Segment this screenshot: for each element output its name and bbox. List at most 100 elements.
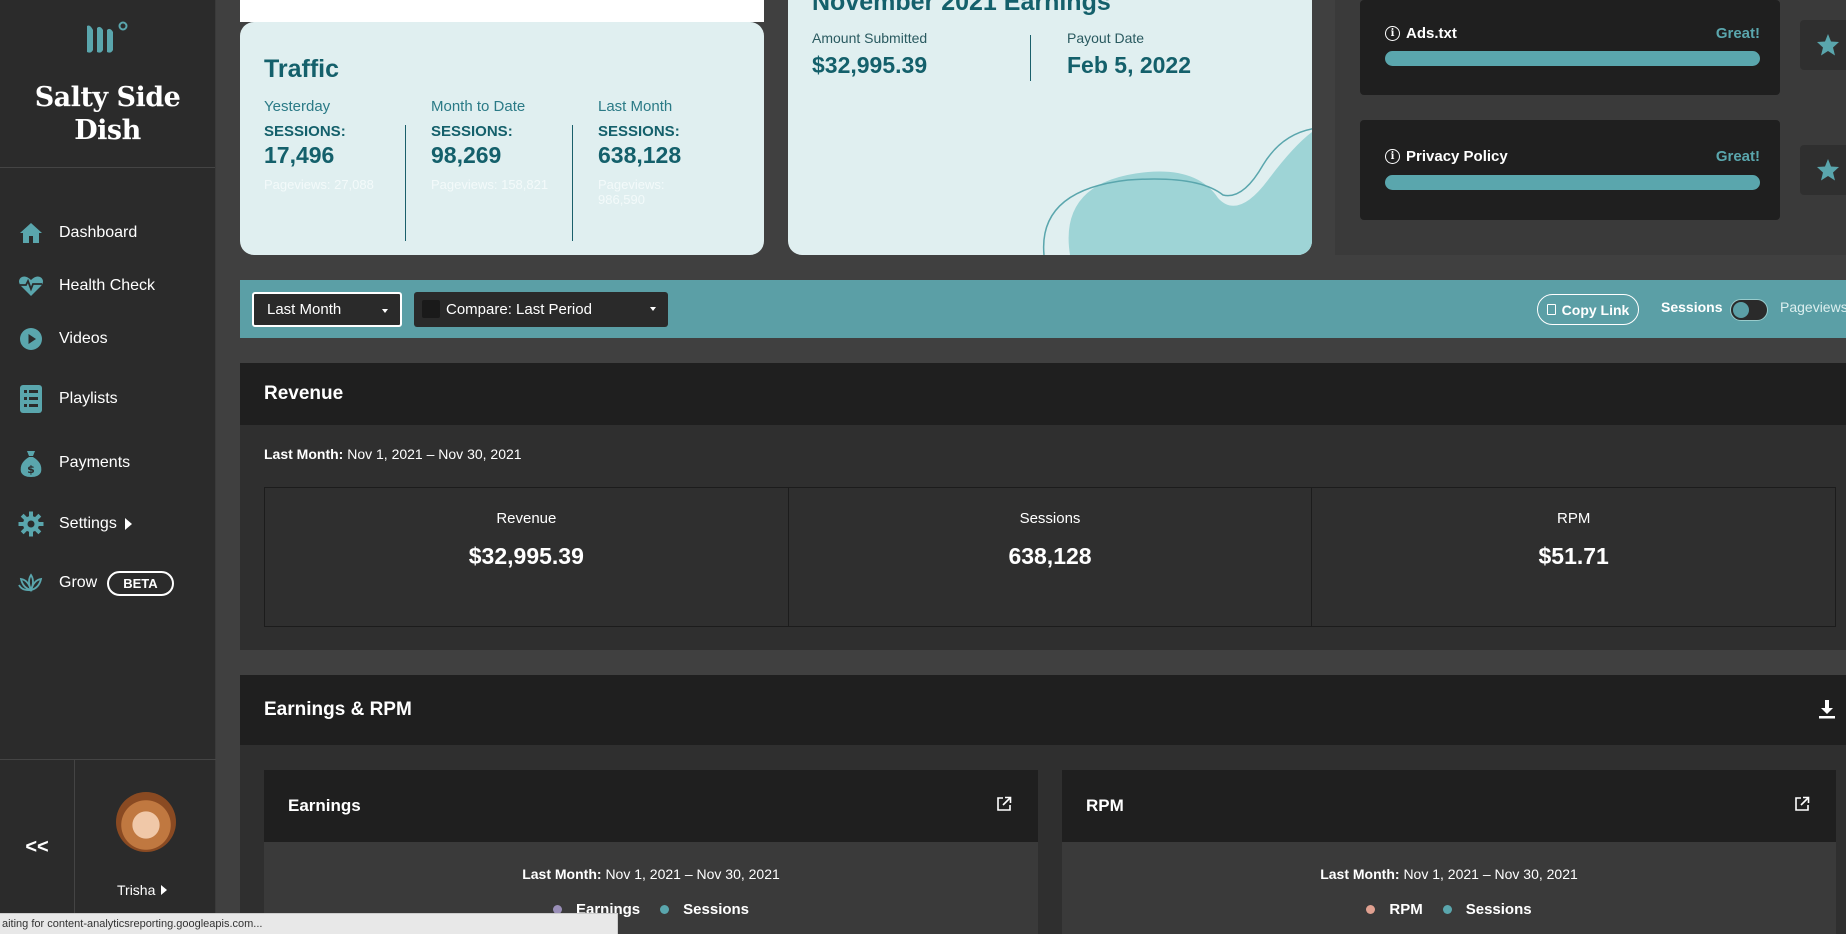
avatar[interactable] [116,792,176,852]
lotus-icon [18,570,44,596]
star-icon [1816,159,1839,181]
sidebar-footer: << Trisha [0,759,216,934]
legend-label: Sessions [683,901,750,918]
nav-item-grow[interactable]: Grow BETA [18,568,174,598]
chevron-down-icon [382,309,388,313]
info-icon: i [1385,26,1400,41]
amount-submitted-label: Amount Submitted [812,30,928,46]
favorite-button[interactable] [1800,145,1846,195]
user-name: Trisha [117,882,156,898]
traffic-pageviews: Pageviews: 986,590 [598,177,665,207]
download-icon[interactable] [1818,699,1836,719]
earnings-chart-card: Earnings Last Month: Nov 1, 2021 – Nov 3… [264,770,1038,934]
health-item-status: Great! [1715,25,1760,42]
toggle-pageviews-label[interactable]: Pageviews [1780,299,1846,315]
range-label: Last Month: [264,446,344,462]
brand: Salty Side Dish [0,0,215,168]
legend-item-sessions[interactable]: Sessions [1442,901,1532,918]
list-icon [18,385,44,413]
divider [405,125,406,241]
heartbeat-icon [18,273,44,299]
nav-label: Playlists [59,390,118,407]
external-link-icon[interactable] [1794,796,1810,812]
kpi-value: $51.71 [1538,543,1609,569]
period-dropdown[interactable]: Last Month [252,292,402,327]
compare-checkbox[interactable] [422,300,440,318]
home-icon [18,220,44,246]
nav-item-settings[interactable]: Settings [18,509,132,539]
star-icon [1816,34,1839,56]
traffic-col-yesterday: Yesterday SESSIONS: 17,496 Pageviews: 27… [264,98,424,192]
traffic-pageviews: Pageviews: 27,088 [264,177,374,192]
traffic-period: Yesterday [264,98,331,115]
traffic-metric: SESSIONS: [264,123,346,140]
earnings-date-range: Last Month: Nov 1, 2021 – Nov 30, 2021 [264,866,1038,882]
health-check-card: i Ads.txt Great! i Privacy Policy Great! [1335,0,1846,255]
nav-item-playlists[interactable]: Playlists [18,384,118,414]
rpm-legend: RPM Sessions [1062,901,1836,918]
nav-item-health-check[interactable]: Health Check [18,271,155,301]
collapse-sidebar-button[interactable]: << [0,760,75,934]
compare-value: Compare: Last Period [446,301,592,318]
traffic-pageviews: Pageviews: 158,821 [431,177,549,192]
traffic-period: Month to Date [431,98,526,115]
legend-dot [1442,905,1452,914]
traffic-title: Traffic [264,55,340,83]
health-item-name: i Ads.txt [1385,25,1457,42]
money-bag-icon: $ [18,450,44,477]
toggle-sessions-label[interactable]: Sessions [1661,299,1722,315]
health-item-status: Great! [1715,148,1760,165]
traffic-value: 17,496 [264,142,335,168]
nav-label: Settings [59,515,117,532]
health-item-label: Ads.txt [1406,25,1457,42]
play-icon [18,326,44,352]
copy-icon [1546,304,1556,315]
nav-item-videos[interactable]: Videos [18,324,108,354]
brand-logo-icon [86,21,127,53]
traffic-col-last-month: Last Month SESSIONS: 638,128 Pageviews: … [598,98,698,207]
nav-label: Videos [59,330,108,347]
legend-item-rpm[interactable]: RPM [1366,901,1423,918]
kpi-value: 638,128 [1008,543,1092,569]
external-link-icon[interactable] [996,796,1012,812]
revenue-date-range: Last Month: Nov 1, 2021 – Nov 30, 2021 [264,446,522,462]
period-value: Last Month [267,301,342,318]
health-item-name: i Privacy Policy [1385,148,1508,165]
nav-item-payments[interactable]: $ Payments [18,448,130,478]
kpi-value: $32,995.39 [468,543,584,569]
traffic-card: Traffic Yesterday SESSIONS: 17,496 Pagev… [240,22,764,255]
traffic-value: 98,269 [431,142,502,168]
nav-item-dashboard[interactable]: Dashboard [18,218,137,248]
legend-item-sessions[interactable]: Sessions [660,901,749,918]
divider [1030,35,1031,81]
earnings-chart-title: Earnings [264,770,1038,842]
favorite-button[interactable] [1800,20,1846,70]
health-item-privacy-policy: i Privacy Policy Great! [1360,120,1780,220]
revenue-kpis: Revenue $32,995.39 Sessions 638,128 RPM … [264,487,1836,627]
health-progress-bar [1385,175,1760,190]
payout-date-value: Feb 5, 2022 [1067,52,1192,78]
range-value: Nov 1, 2021 – Nov 30, 2021 [1403,866,1578,882]
decorative-wave-icon [1042,128,1312,255]
nav-label: Grow [59,574,98,591]
legend-label: Sessions [1465,901,1532,918]
amount-submitted-value: $32,995.39 [812,52,928,78]
user-menu[interactable]: Trisha [117,882,168,898]
nav-label: Payments [59,454,131,471]
health-item-ads-txt: i Ads.txt Great! [1360,0,1780,95]
beta-badge: BETA [107,570,174,596]
copy-link-button[interactable]: Copy Link [1537,294,1639,325]
gear-icon [18,511,44,537]
compare-dropdown[interactable]: Compare: Last Period [414,292,668,327]
traffic-value: 638,128 [598,142,682,168]
browser-status-bar: aiting for content-analyticsreporting.go… [0,913,618,934]
caret-right-icon [161,885,168,895]
brand-name: Salty Side Dish [34,82,181,146]
sessions-pageviews-toggle[interactable] [1730,299,1768,321]
traffic-col-month-to-date: Month to Date SESSIONS: 98,269 Pageviews… [431,98,591,192]
range-label: Last Month: [1320,866,1400,882]
nav-label: Dashboard [59,224,138,241]
range-value: Nov 1, 2021 – Nov 30, 2021 [347,446,522,462]
earnings-rpm-title: Earnings & RPM [240,675,1846,745]
range-value: Nov 1, 2021 – Nov 30, 2021 [605,866,780,882]
